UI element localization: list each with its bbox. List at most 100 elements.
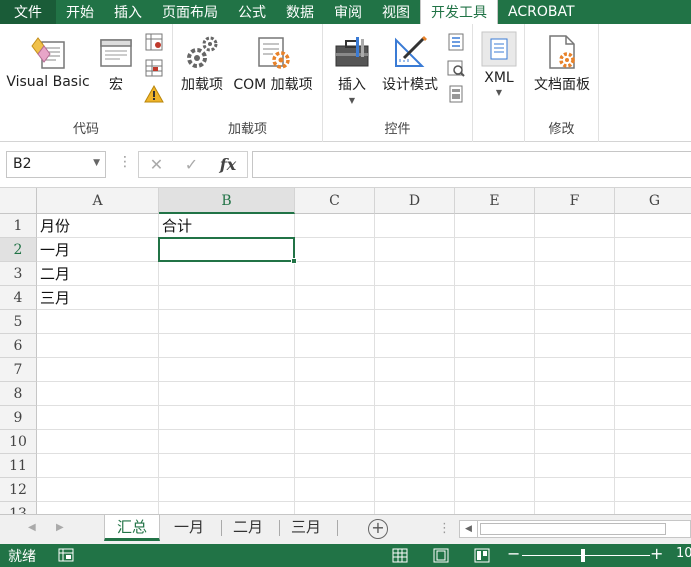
- cell-a2[interactable]: 一月: [37, 238, 159, 262]
- macros-button[interactable]: 宏: [96, 32, 136, 94]
- gridline-horizontal: [37, 405, 691, 406]
- group-controls: 插入 ▼ 设计模式 控件: [323, 24, 473, 142]
- column-header-b[interactable]: B: [159, 188, 295, 214]
- design-mode-label: 设计模式: [382, 77, 438, 93]
- gridline-vertical: [374, 214, 375, 514]
- xml-button[interactable]: XML ▼: [477, 30, 521, 97]
- tab-developer[interactable]: 开发工具: [420, 0, 498, 24]
- com-addins-button[interactable]: COM 加载项: [229, 32, 317, 94]
- macros-label: 宏: [109, 77, 123, 93]
- relative-reference-icon[interactable]: [144, 58, 164, 78]
- group-code-label: 代码: [72, 122, 99, 137]
- status-ready: 就绪: [8, 549, 36, 565]
- tab-insert[interactable]: 插入: [104, 0, 152, 24]
- column-header-g[interactable]: G: [615, 188, 691, 214]
- group-addins-label: 加载项: [227, 122, 267, 137]
- gridline-horizontal: [37, 429, 691, 430]
- cell-a4[interactable]: 三月: [37, 286, 159, 310]
- horizontal-scrollbar[interactable]: ◀: [459, 520, 691, 538]
- formula-input[interactable]: [252, 151, 691, 178]
- insert-control-button[interactable]: 插入 ▼: [329, 32, 375, 105]
- row-header-8[interactable]: 8: [0, 382, 37, 406]
- tab-review[interactable]: 审阅: [324, 0, 372, 24]
- controls-small-buttons: [446, 32, 466, 104]
- document-panel-button[interactable]: 文档面板: [527, 32, 597, 94]
- cell-a3[interactable]: 二月: [37, 262, 159, 286]
- column-header-f[interactable]: F: [535, 188, 615, 214]
- zoom-in-button[interactable]: +: [650, 544, 663, 563]
- sheet-tab-march[interactable]: 三月: [279, 515, 333, 541]
- addins-label: 加载项: [181, 77, 223, 93]
- macro-recording-icon[interactable]: [58, 548, 74, 562]
- select-all-corner[interactable]: [0, 188, 37, 214]
- cell-a1[interactable]: 月份: [37, 214, 159, 238]
- com-addins-icon: [258, 37, 290, 69]
- scroll-left-arrow-icon[interactable]: ◀: [460, 521, 478, 537]
- tab-data[interactable]: 数据: [276, 0, 324, 24]
- formula-buttons: ✕ ✓ fx: [138, 151, 248, 178]
- record-macro-icon[interactable]: [144, 32, 164, 52]
- sheet-tab-summary[interactable]: 汇总: [104, 515, 161, 541]
- design-mode-button[interactable]: 设计模式: [377, 32, 443, 94]
- chevron-down-icon: ▼: [495, 88, 503, 97]
- tab-file[interactable]: 文件: [0, 0, 56, 24]
- zoom-out-button[interactable]: −: [507, 544, 520, 563]
- formula-bar-resize-handle[interactable]: ⋮: [118, 154, 132, 170]
- group-controls-label: 控件: [384, 122, 411, 137]
- view-code-icon[interactable]: [446, 58, 466, 78]
- row-header-7[interactable]: 7: [0, 358, 37, 382]
- add-sheet-icon[interactable]: +: [368, 519, 388, 539]
- normal-view-icon[interactable]: [392, 548, 408, 563]
- tab-page-layout[interactable]: 页面布局: [152, 0, 228, 24]
- addins-button[interactable]: 加载项: [178, 32, 226, 94]
- scroll-left-icon[interactable]: ◀: [28, 522, 36, 533]
- row-header-2[interactable]: 2: [0, 238, 37, 262]
- name-box[interactable]: B2 ▼: [6, 151, 106, 178]
- active-cell-outline[interactable]: [158, 237, 295, 262]
- tab-home[interactable]: 开始: [56, 0, 104, 24]
- row-header-10[interactable]: 10: [0, 430, 37, 454]
- chevron-down-icon[interactable]: ▼: [93, 158, 100, 168]
- row-header-6[interactable]: 6: [0, 334, 37, 358]
- document-panel-label: 文档面板: [534, 77, 590, 93]
- row-header-3[interactable]: 3: [0, 262, 37, 286]
- row-header-1[interactable]: 1: [0, 214, 37, 238]
- run-dialog-icon[interactable]: [446, 84, 466, 104]
- properties-icon[interactable]: [446, 32, 466, 52]
- row-header-5[interactable]: 5: [0, 310, 37, 334]
- row-header-9[interactable]: 9: [0, 406, 37, 430]
- tab-split-handle[interactable]: ⋮: [438, 521, 451, 536]
- column-header-d[interactable]: D: [375, 188, 455, 214]
- cell-b1[interactable]: 合计: [159, 214, 295, 238]
- visual-basic-button[interactable]: Visual Basic: [6, 32, 90, 90]
- scroll-right-icon[interactable]: ▶: [56, 522, 64, 533]
- cancel-icon[interactable]: ✕: [150, 155, 163, 174]
- column-header-c[interactable]: C: [295, 188, 375, 214]
- column-header-e[interactable]: E: [455, 188, 535, 214]
- addins-gear-icon: [187, 36, 218, 68]
- fill-handle[interactable]: [291, 258, 297, 264]
- insert-function-icon[interactable]: fx: [220, 155, 236, 174]
- macro-security-icon[interactable]: [144, 84, 164, 104]
- page-layout-view-icon[interactable]: [433, 548, 449, 563]
- page-break-preview-icon[interactable]: [474, 548, 490, 563]
- chevron-down-icon: ▼: [348, 96, 356, 105]
- macros-icon: [100, 39, 132, 67]
- row-header-11[interactable]: 11: [0, 454, 37, 478]
- tab-acrobat[interactable]: ACROBAT: [498, 0, 585, 24]
- tab-formulas[interactable]: 公式: [228, 0, 276, 24]
- xml-label: XML: [484, 70, 514, 86]
- enter-icon[interactable]: ✓: [185, 155, 198, 174]
- sheet-tab-january[interactable]: 一月: [162, 515, 216, 541]
- group-addins: 加载项 COM 加载项 加载项: [173, 24, 323, 142]
- tab-view[interactable]: 视图: [372, 0, 420, 24]
- zoom-slider-thumb[interactable]: [581, 549, 585, 562]
- scrollbar-thumb[interactable]: [480, 523, 666, 535]
- row-header-4[interactable]: 4: [0, 286, 37, 310]
- sheet-tab-february[interactable]: 二月: [221, 515, 275, 541]
- column-header-a[interactable]: A: [37, 188, 159, 214]
- row-header-12[interactable]: 12: [0, 478, 37, 502]
- zoom-slider[interactable]: [522, 555, 650, 556]
- row-header-13[interactable]: 13: [0, 502, 37, 514]
- zoom-percentage[interactable]: 10: [676, 546, 691, 561]
